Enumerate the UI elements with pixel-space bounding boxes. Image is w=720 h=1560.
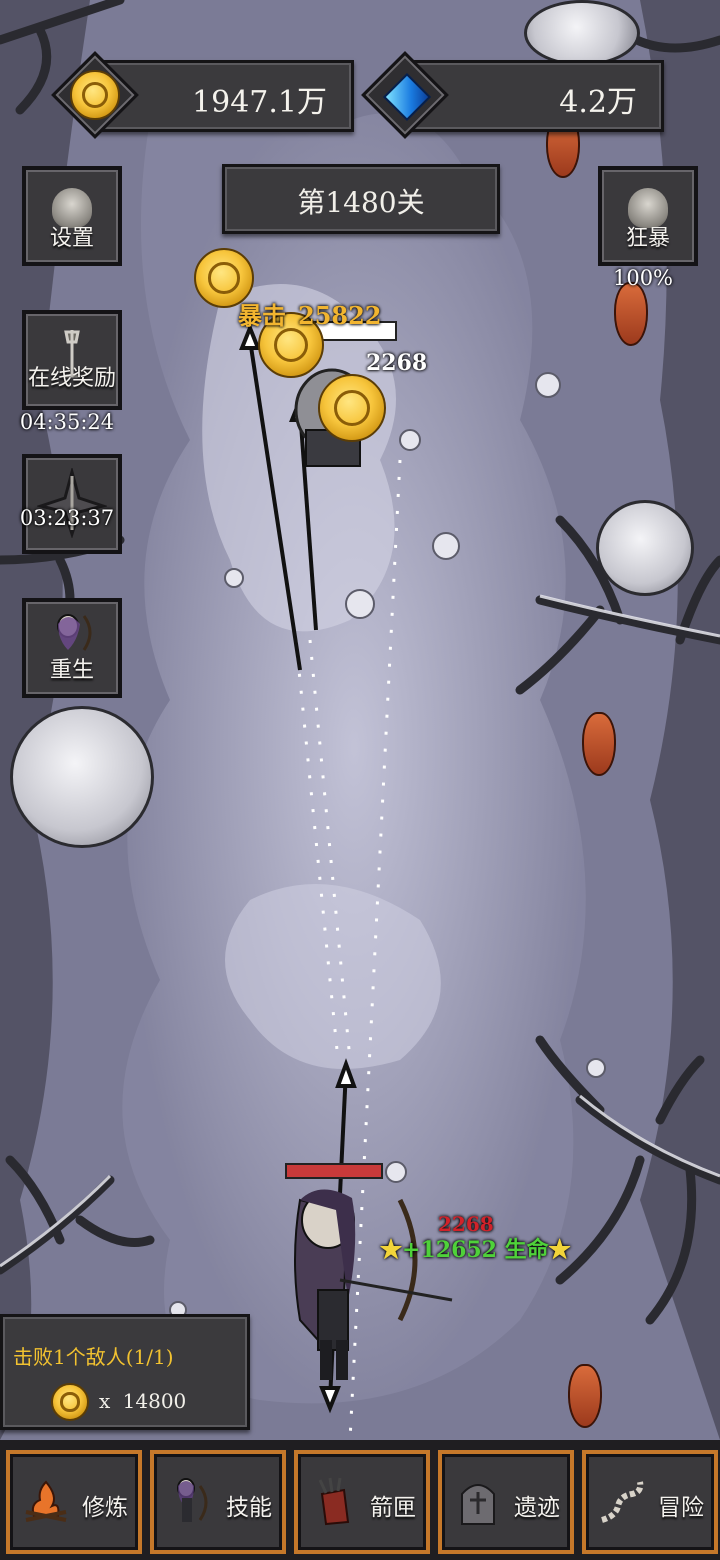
tab-cultivate-label: 修炼 [82,1495,128,1521]
crit-value: 25822 [298,301,382,330]
snow-boulder [596,500,694,596]
settings-button[interactable]: 设置 [22,166,122,266]
reward-coin-icon [51,1383,89,1421]
quest-reward: x 14800 [99,1389,186,1413]
tab-adventure-label: 冒险 [658,1495,704,1521]
stage-label: 第1480关 [297,186,425,219]
hanging-pepper [568,1364,602,1428]
tab-adventure[interactable]: 冒险 [582,1450,718,1554]
snow-boulder [10,706,154,848]
stage-indicator: 第1480关 [222,164,500,234]
enemy-damage-text: 2268 [366,350,428,376]
online-reward-button[interactable]: 在线奖励 [22,310,122,410]
dropped-coin-icon[interactable] [318,374,386,442]
crit-label: 暴击 [238,301,286,330]
event-timer: 03:23:37 [19,506,115,530]
online-reward-timer: 04:35:24 [19,410,115,434]
tab-relics-label: 遗迹 [514,1495,560,1521]
archer-portrait-icon [57,614,92,651]
heal-text: ★+12652 生命★ [380,1232,571,1264]
tab-skills-label: 技能 [226,1495,272,1521]
rebirth-button[interactable]: 重生 [22,598,122,698]
berserk-percent: 100% [612,266,674,290]
heal-value: +12652 生命 [402,1237,549,1263]
tab-quiver-label: 箭匣 [370,1495,416,1521]
star-icon: ★ [548,1237,571,1263]
crit-damage-text: 暴击 25822 [238,296,382,331]
snow-boulder [524,0,640,66]
gold-coin-icon [70,70,120,120]
online-reward-label: 在线奖励 [27,366,116,391]
reward-multiplier: x [99,1389,111,1413]
quest-title: 击败1个敌人(1/1) [13,1345,174,1369]
tombstone-icon [461,1484,495,1525]
berserk-button[interactable]: 狂暴 [598,166,698,266]
archer-icon [177,1478,208,1522]
hanging-pepper [614,282,648,346]
settings-label: 设置 [49,226,94,251]
campfire-icon [25,1480,67,1522]
event-button[interactable] [22,454,122,554]
tab-skills[interactable]: 技能 [150,1450,286,1554]
path-icon [601,1481,644,1523]
tab-relics[interactable]: 遗迹 [438,1450,574,1554]
gold-amount: 1947.1万 [192,85,327,120]
tab-quiver[interactable]: 箭匣 [294,1450,430,1554]
gem-amount: 4.2万 [559,85,637,120]
rebirth-label: 重生 [49,658,94,683]
quiver-icon [318,1477,350,1526]
reward-amount: 14800 [122,1389,187,1413]
tab-cultivate[interactable]: 修炼 [6,1450,142,1554]
hanging-pepper [582,712,616,776]
star-icon: ★ [380,1237,403,1263]
berserk-label: 狂暴 [625,226,670,251]
quest-panel[interactable]: 击败1个敌人(1/1) x 14800 [0,1314,250,1430]
